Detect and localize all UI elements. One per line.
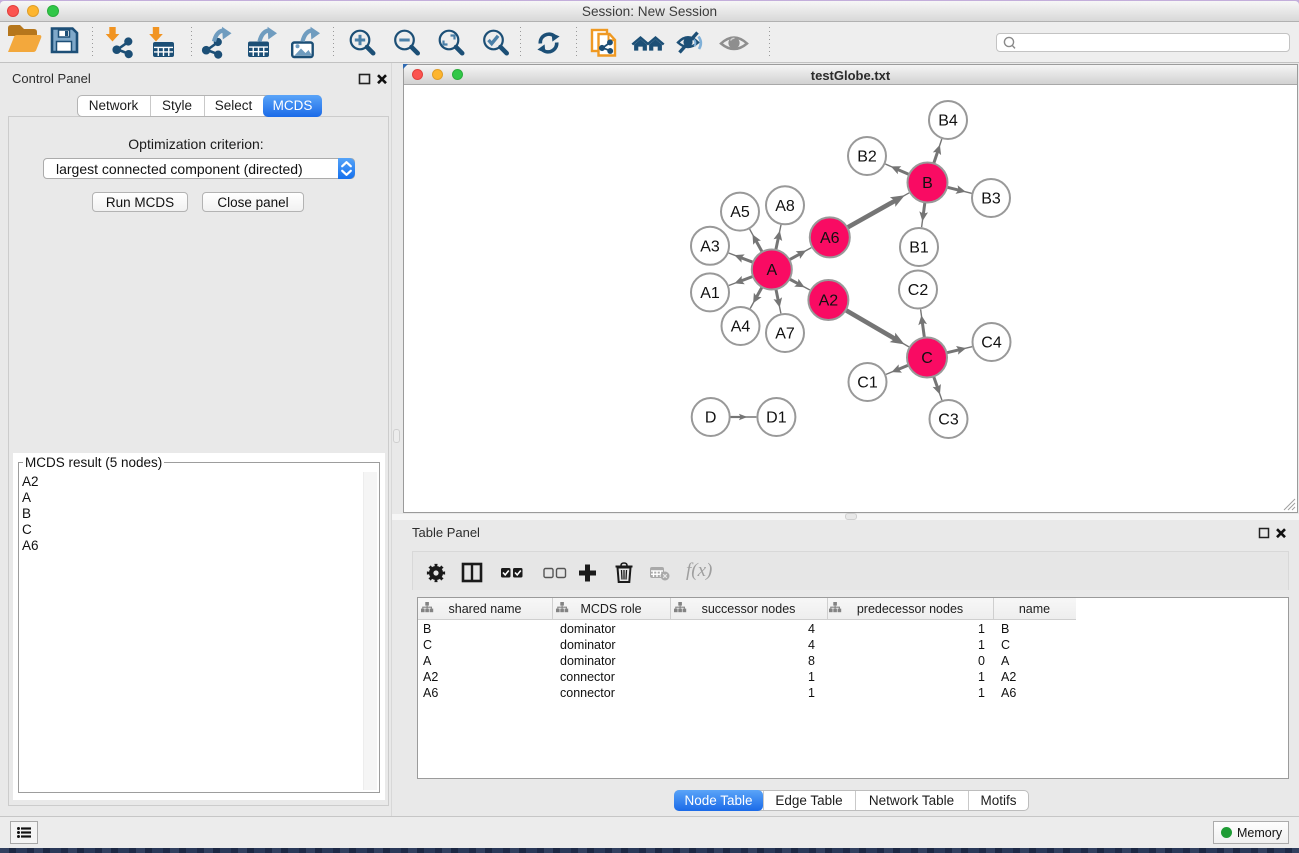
svg-text:A2: A2 [819, 293, 839, 310]
svg-text:C2: C2 [908, 282, 929, 299]
svg-text:C4: C4 [981, 335, 1002, 352]
svg-text:A: A [766, 262, 777, 279]
svg-text:B4: B4 [938, 113, 958, 130]
svg-text:A3: A3 [700, 238, 720, 255]
svg-text:C3: C3 [938, 412, 959, 429]
svg-text:A5: A5 [730, 204, 750, 221]
svg-text:A7: A7 [775, 326, 795, 343]
svg-text:B2: B2 [857, 149, 877, 166]
svg-text:B1: B1 [909, 240, 929, 257]
svg-text:C: C [921, 350, 933, 367]
svg-text:B3: B3 [981, 191, 1001, 208]
svg-text:A8: A8 [775, 198, 795, 215]
svg-text:B: B [922, 175, 933, 192]
svg-text:C1: C1 [857, 375, 878, 392]
svg-text:D: D [705, 410, 717, 427]
svg-text:D1: D1 [766, 410, 787, 427]
svg-text:A4: A4 [731, 319, 751, 336]
svg-text:A1: A1 [700, 285, 720, 302]
svg-text:A6: A6 [820, 230, 840, 247]
